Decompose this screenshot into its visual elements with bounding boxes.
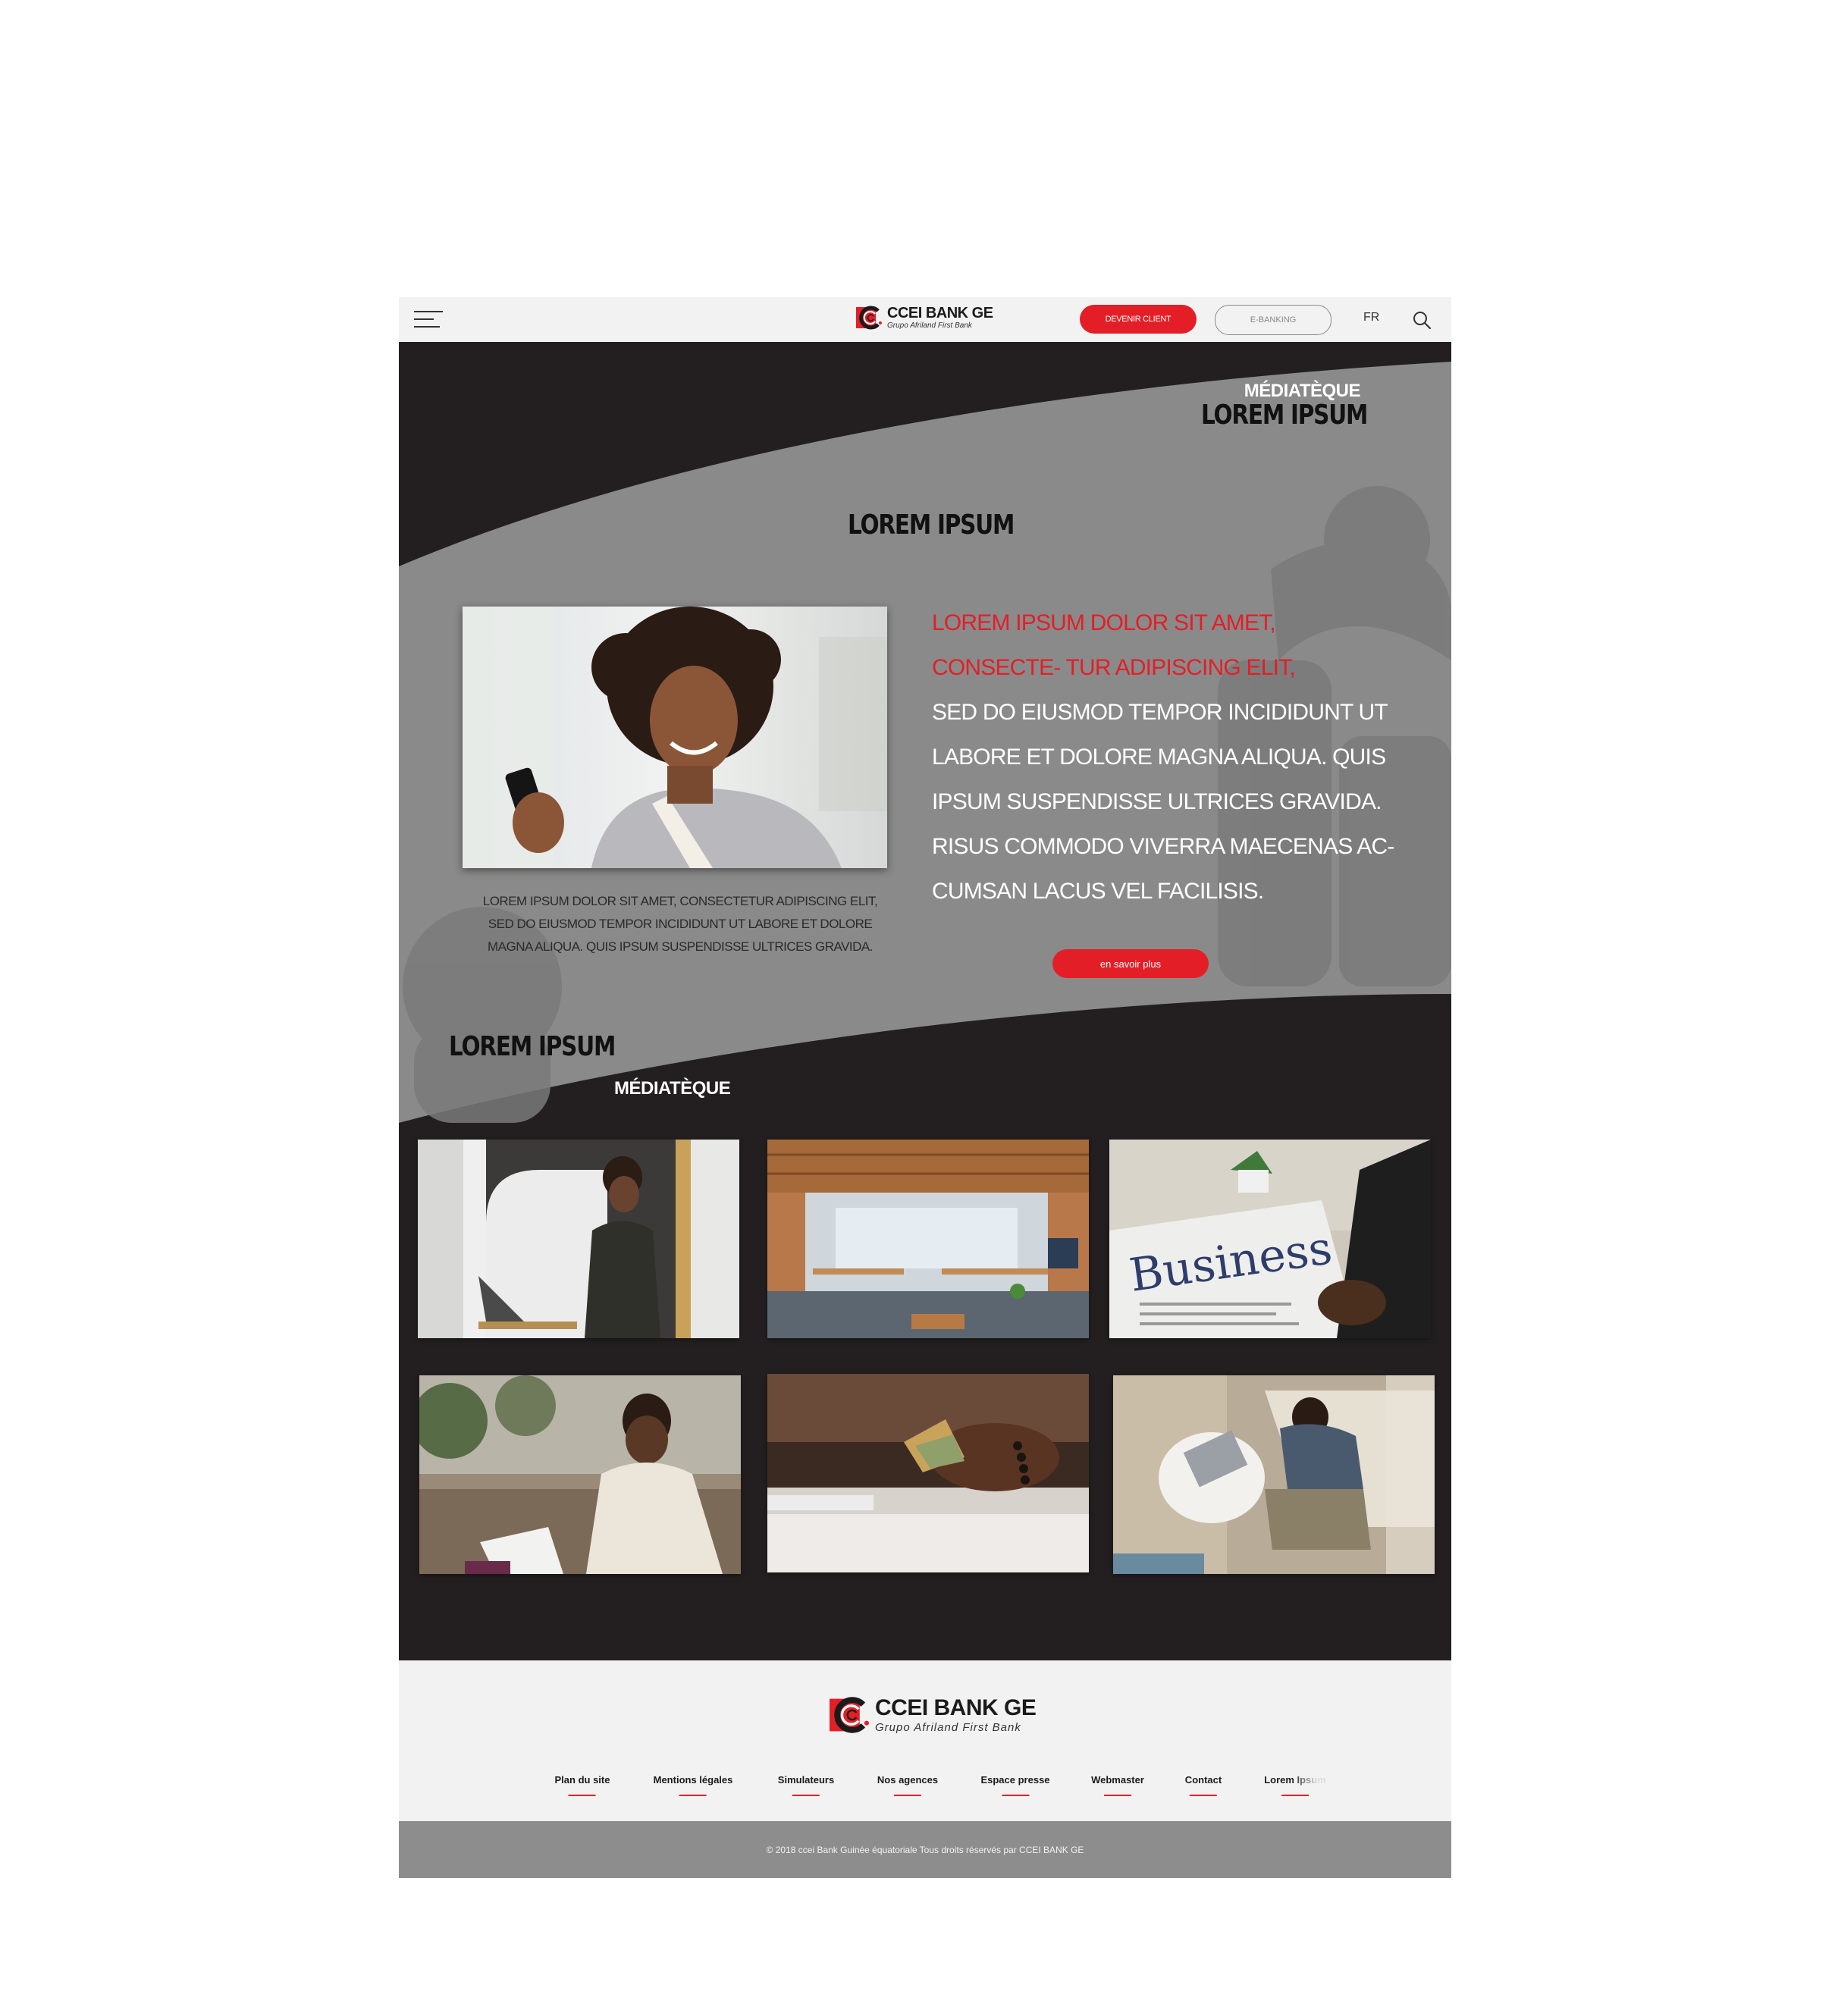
search-icon[interactable] — [1411, 309, 1432, 331]
lead-text-red: LOREM IPSUM DOLOR SIT AMET, CONSECTE- TU… — [932, 610, 1296, 680]
footer: CCEI BANK GE Grupo Afriland First Bank P… — [399, 1660, 1451, 1821]
learn-more-button[interactable]: en savoir plus — [1052, 949, 1209, 978]
media-heading: LOREM IPSUM — [449, 1031, 616, 1062]
copyright-bar: © 2018 ccei Bank Guinée équatoriale Tous… — [399, 1821, 1451, 1878]
header-logo[interactable]: CCEI BANK GE Grupo Afriland First Bank — [855, 305, 993, 331]
gallery-photo-man-phone-laptop[interactable] — [418, 1140, 739, 1338]
hero-heading-center: LOREM IPSUM — [848, 509, 1015, 541]
footer-link-plan-du-site[interactable]: Plan du site — [555, 1774, 610, 1796]
logo-subtitle: Grupo Afriland First Bank — [887, 321, 972, 330]
footer-logo[interactable]: CCEI BANK GE Grupo Afriland First Bank — [828, 1695, 1037, 1735]
gallery-photo-hands-cash[interactable] — [767, 1374, 1089, 1572]
mediateque-kicker-bottom: MÉDIATÈQUE — [614, 1078, 731, 1099]
gallery-photo-man-laptop-sofa[interactable] — [1113, 1375, 1435, 1574]
footer-link-mentions-legales[interactable]: Mentions légales — [654, 1774, 732, 1796]
logo-title: CCEI BANK GE — [887, 305, 993, 321]
footer-link-espace-presse[interactable]: Espace presse — [980, 1774, 1050, 1796]
logo-subtitle: Grupo Afriland First Bank — [875, 1721, 1021, 1734]
hamburger-icon[interactable] — [414, 311, 443, 329]
ccei-logo-icon — [856, 306, 882, 330]
mediateque-kicker-top: MÉDIATÈQUE — [1244, 381, 1361, 401]
copyright-text: © 2018 ccei Bank Guinée équatoriale Tous… — [766, 1844, 1084, 1855]
page: CCEI BANK GE Grupo Afriland First Bank D… — [399, 297, 1451, 1878]
gallery-photo-man-reading[interactable] — [419, 1375, 741, 1574]
footer-link-nos-agences[interactable]: Nos agences — [877, 1774, 938, 1796]
footer-navigation: Plan du site Mentions légales Simulateur… — [399, 1774, 1451, 1804]
gallery-photo-open-office[interactable] — [767, 1140, 1089, 1338]
become-client-button[interactable]: DEVENIR CLIENT — [1080, 305, 1197, 334]
hero-heading-top: LOREM IPSUM — [1201, 400, 1368, 431]
footer-link-lorem-ipsum[interactable]: Lorem Ipsum — [1264, 1774, 1326, 1796]
ebanking-button[interactable]: E-BANKING — [1215, 305, 1331, 335]
ccei-logo-icon — [830, 1697, 869, 1733]
lead-text-white: SED DO EIUSMOD TEMPOR INCIDIDUNT UT LABO… — [932, 700, 1394, 904]
footer-link-contact[interactable]: Contact — [1185, 1774, 1222, 1796]
footer-link-simulateurs[interactable]: Simulateurs — [778, 1774, 834, 1796]
top-navigation-bar: CCEI BANK GE Grupo Afriland First Bank D… — [399, 297, 1451, 342]
language-selector[interactable]: FR — [1363, 311, 1379, 325]
footer-link-webmaster[interactable]: Webmaster — [1091, 1774, 1144, 1796]
gallery-photo-business-newspaper[interactable]: Business — [1109, 1140, 1431, 1338]
logo-title: CCEI BANK GE — [875, 1695, 1037, 1720]
feature-caption: LOREM IPSUM DOLOR SIT AMET, CONSECTETUR … — [482, 894, 878, 954]
woman-with-smartphone-photo — [463, 607, 887, 868]
